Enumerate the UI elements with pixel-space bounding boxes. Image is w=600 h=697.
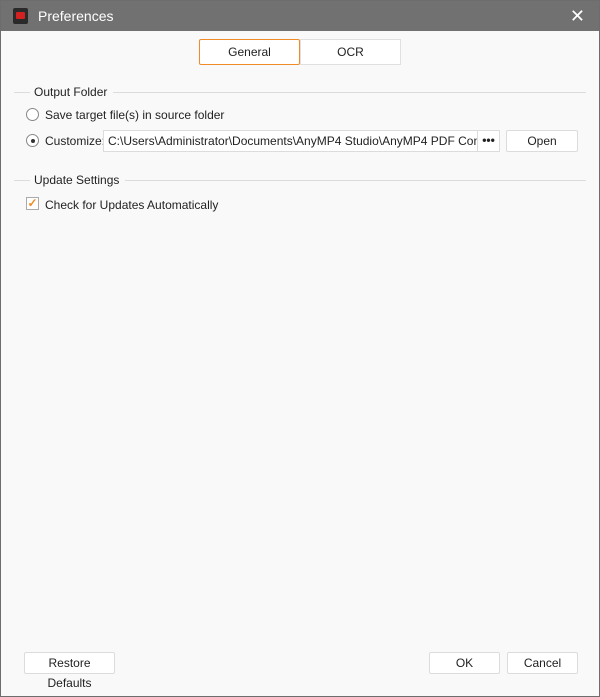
save-in-source-radio[interactable] — [26, 108, 39, 121]
ok-button[interactable]: OK — [429, 652, 500, 674]
browse-button[interactable]: ••• — [477, 130, 500, 152]
open-button[interactable]: Open — [506, 130, 578, 152]
preferences-dialog: Preferences ✕ General OCR Output Folder … — [0, 0, 600, 697]
tab-ocr[interactable]: OCR — [300, 39, 401, 65]
output-path-field[interactable]: C:\Users\Administrator\Documents\AnyMP4 … — [103, 130, 478, 152]
close-icon[interactable]: ✕ — [570, 6, 585, 27]
customize-radio[interactable] — [26, 134, 39, 147]
dialog-title: Preferences — [38, 8, 114, 24]
update-settings-section: Update Settings — [14, 173, 586, 187]
cancel-button[interactable]: Cancel — [507, 652, 578, 674]
customize-label[interactable]: Customize: — [45, 134, 105, 148]
output-folder-section: Output Folder — [14, 85, 586, 99]
auto-update-label[interactable]: Check for Updates Automatically — [45, 198, 218, 212]
tab-general[interactable]: General — [199, 39, 300, 65]
output-folder-heading: Output Folder — [30, 85, 114, 99]
title-bar: Preferences ✕ — [1, 1, 599, 31]
app-logo-icon — [13, 8, 28, 24]
auto-update-checkbox[interactable]: ✓ — [26, 197, 39, 210]
restore-defaults-button[interactable]: Restore Defaults — [24, 652, 115, 690]
save-in-source-label[interactable]: Save target file(s) in source folder — [45, 108, 224, 122]
tab-bar: General OCR — [199, 39, 401, 65]
update-settings-heading: Update Settings — [30, 173, 126, 187]
